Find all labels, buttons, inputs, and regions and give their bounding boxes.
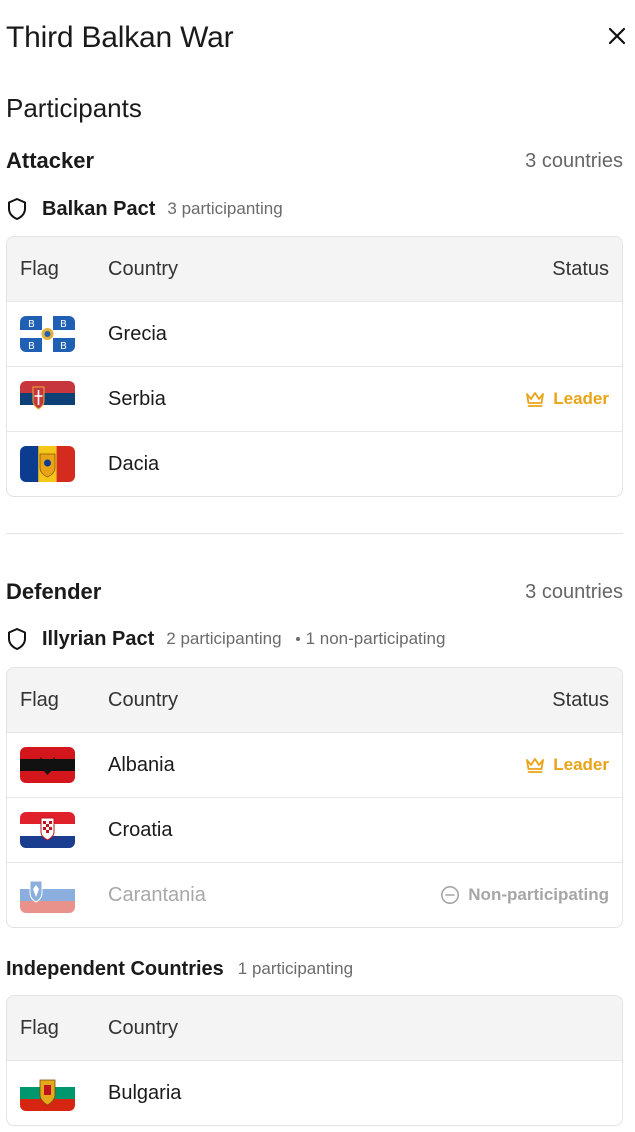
flag-albania-icon: [20, 747, 75, 783]
country-name: Grecia: [108, 322, 167, 345]
svg-text:B: B: [28, 319, 35, 330]
shield-icon: [6, 197, 28, 221]
flag-croatia-icon: [20, 812, 75, 848]
table-header-row: Flag Country: [7, 996, 622, 1060]
table-row[interactable]: B B B B Grecia: [7, 301, 622, 366]
flag-greece-icon: B B B B: [20, 316, 75, 352]
panel-header: Third Balkan War: [6, 18, 629, 58]
pact-participating-count: 3 participanting: [167, 199, 283, 218]
table-header-row: Flag Country Status: [7, 237, 622, 301]
status-label: Leader: [553, 389, 609, 408]
attacker-table: Flag Country Status B B B B Grecia Serbi…: [6, 236, 623, 497]
flag-carantania-icon: [20, 877, 75, 913]
country-name: Carantania: [108, 883, 206, 906]
column-header-flag: Flag: [20, 257, 59, 280]
column-header-country: Country: [108, 688, 179, 711]
svg-text:B: B: [60, 341, 67, 352]
column-header-status: Status: [552, 688, 609, 711]
independent-title: Independent Countries: [6, 957, 224, 980]
country-name: Bulgaria: [108, 1081, 182, 1104]
attacker-count: 3 countries: [525, 150, 623, 172]
defender-label: Defender: [6, 579, 102, 604]
shield-icon: [6, 627, 28, 651]
svg-text:B: B: [60, 319, 67, 330]
status-label: Leader: [553, 755, 609, 774]
column-header-country: Country: [108, 1016, 179, 1039]
defender-table: Flag Country Status Albania Leader Croat…: [6, 667, 623, 928]
leader-badge: Leader: [525, 389, 609, 409]
country-name: Dacia: [108, 452, 160, 475]
table-row[interactable]: Serbia Leader: [7, 366, 622, 431]
defender-count: 3 countries: [525, 581, 623, 603]
column-header-flag: Flag: [20, 1016, 59, 1039]
crown-icon: [526, 758, 545, 773]
non-participating-badge: Non-participating: [440, 885, 609, 905]
table-row[interactable]: Albania Leader: [7, 732, 622, 797]
attacker-pact-line: Balkan Pact 3 participanting: [6, 195, 283, 223]
pact-participating-count: 2 participanting: [166, 629, 282, 648]
independent-participating-count: 1 participanting: [237, 959, 354, 978]
independent-table: Flag Country Bulgaria: [6, 995, 623, 1126]
svg-text:B: B: [28, 341, 35, 352]
table-row[interactable]: Carantania Non-participating: [7, 862, 622, 927]
defender-pact-line: Illyrian Pact 2 participanting 1 non-par…: [6, 625, 445, 653]
country-name: Albania: [108, 753, 175, 776]
defender-header: Defender 3 countries: [6, 577, 623, 607]
leader-badge: Leader: [525, 755, 609, 775]
flag-serbia-icon: [20, 381, 75, 417]
attacker-label: Attacker: [6, 148, 95, 173]
column-header-status: Status: [552, 257, 609, 280]
column-header-country: Country: [108, 257, 179, 280]
attacker-header: Attacker 3 countries: [6, 146, 623, 176]
pact-name[interactable]: Balkan Pact: [42, 198, 155, 221]
section-divider: [6, 533, 623, 534]
table-row[interactable]: Dacia: [7, 431, 622, 496]
table-header-row: Flag Country Status: [7, 668, 622, 732]
independent-header: Independent Countries 1 participanting: [6, 955, 353, 983]
country-name: Croatia: [108, 818, 173, 841]
country-name: Serbia: [108, 387, 166, 410]
flag-dacia-icon: [20, 446, 75, 482]
minus-circle-icon: [441, 886, 460, 904]
table-row[interactable]: Croatia: [7, 797, 622, 862]
war-detail-panel: Third Balkan War Participants Attacker 3…: [0, 0, 635, 1132]
close-icon[interactable]: [605, 24, 629, 48]
flag-bulgaria-icon: [20, 1075, 75, 1111]
separator-dot: [295, 637, 300, 641]
column-header-flag: Flag: [20, 688, 59, 711]
table-row[interactable]: Bulgaria: [7, 1060, 622, 1125]
page-title: Third Balkan War: [6, 21, 234, 54]
pact-nonparticipating-count: 1 non-participating: [305, 629, 446, 648]
participants-heading: Participants: [6, 93, 142, 123]
status-label: Non-participating: [468, 885, 609, 904]
crown-icon: [526, 392, 545, 407]
pact-name[interactable]: Illyrian Pact: [42, 628, 154, 651]
